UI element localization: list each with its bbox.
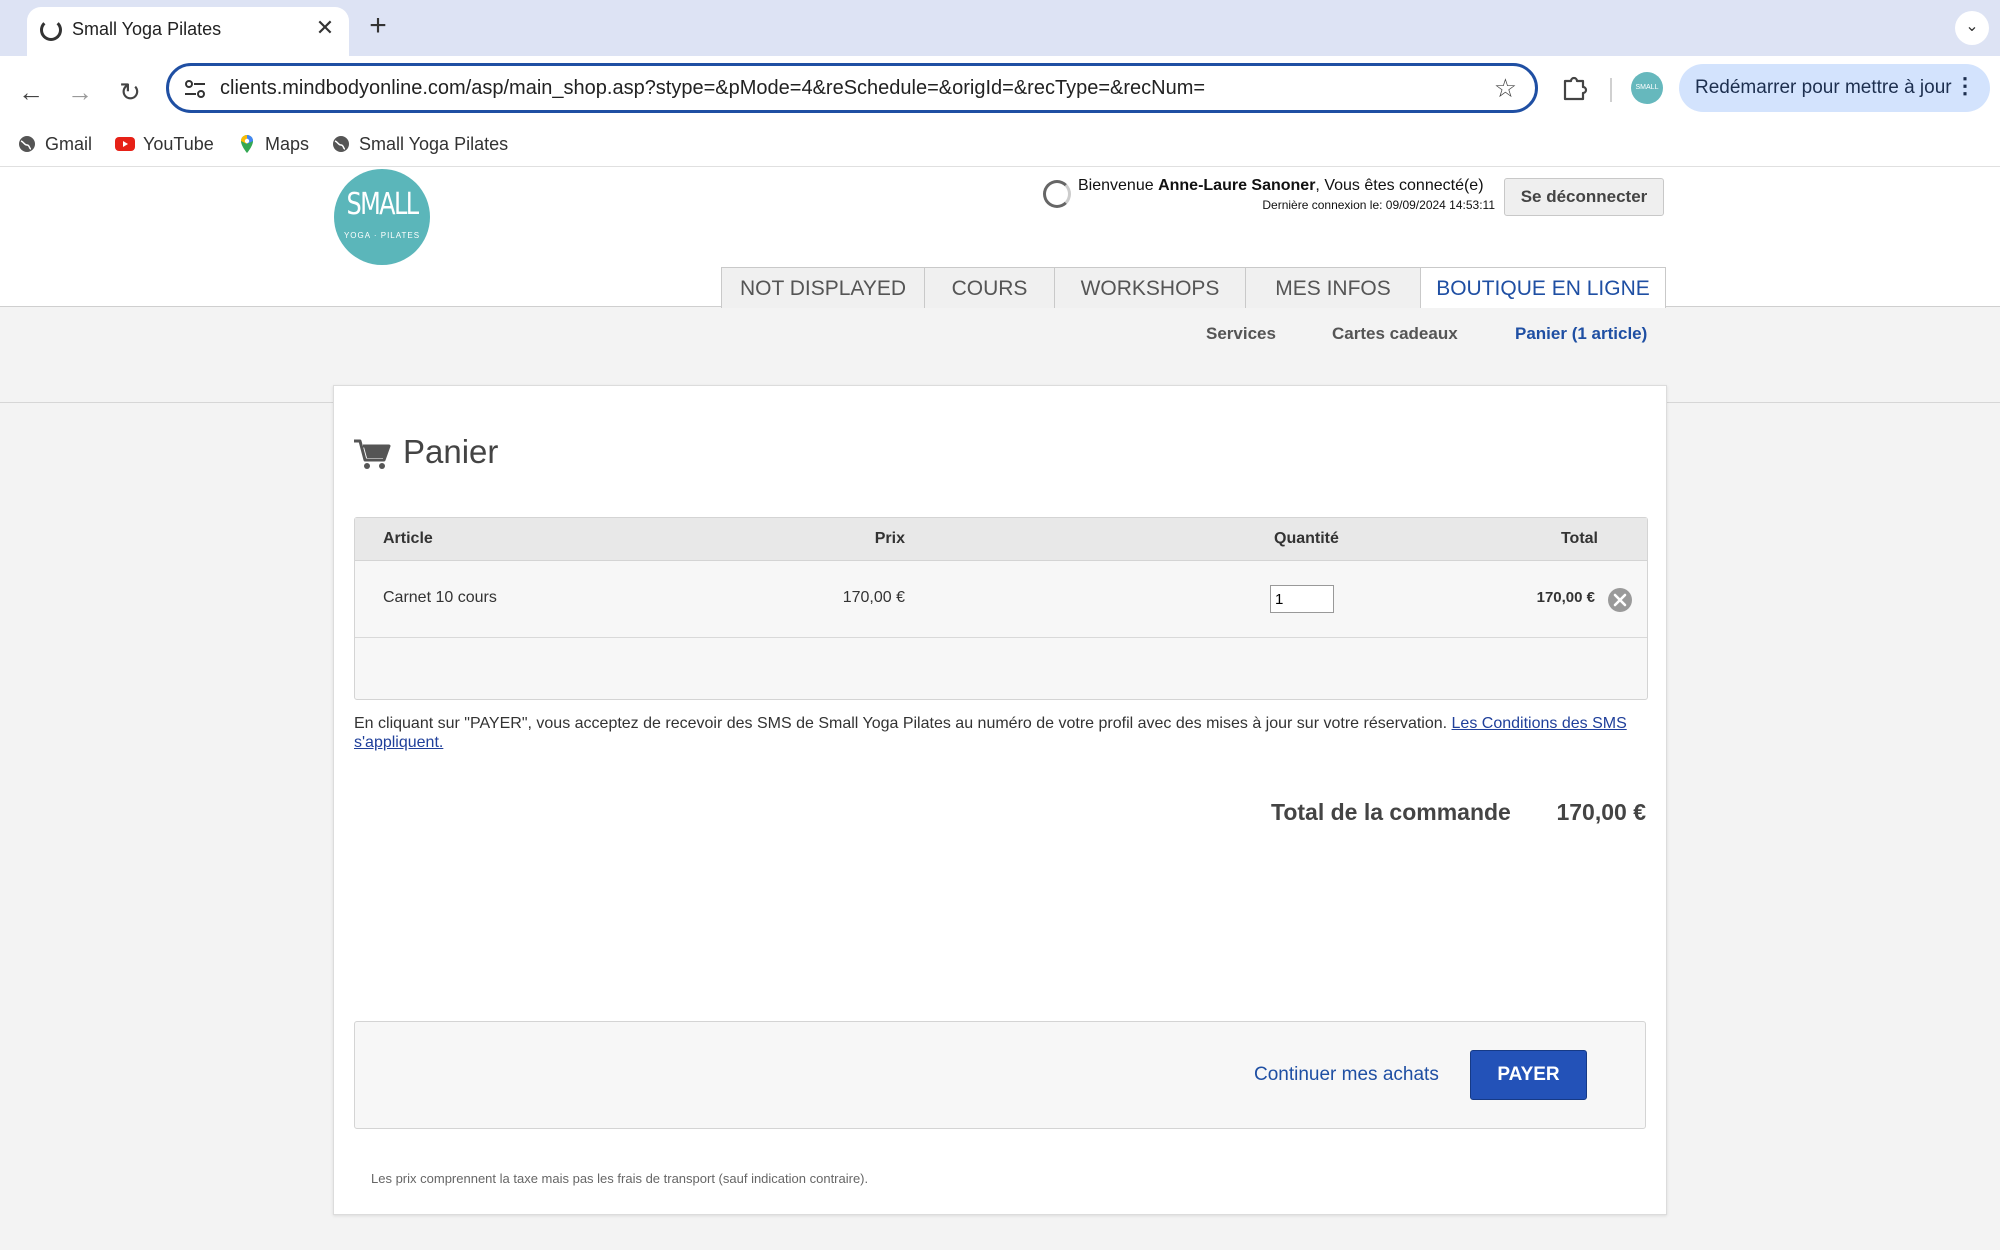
- tab-mes-infos[interactable]: MES INFOS: [1245, 267, 1421, 308]
- browser-tab[interactable]: Small Yoga Pilates ✕: [27, 7, 349, 56]
- subnav-panier[interactable]: Panier (1 article): [1515, 324, 1647, 344]
- welcome-message: Bienvenue Anne-Laure Sanoner, Vous êtes …: [1078, 177, 1484, 195]
- checkout-actions: Continuer mes achats PAYER: [354, 1021, 1646, 1129]
- cart-heading: Panier: [403, 433, 499, 470]
- order-total-value: 170,00 €: [1556, 799, 1646, 825]
- new-tab-button[interactable]: +: [362, 11, 394, 43]
- bookmark-youtube[interactable]: YouTube: [115, 134, 214, 162]
- bookmark-label: Maps: [265, 134, 310, 154]
- youtube-icon: [115, 137, 135, 151]
- tab-boutique-en-ligne[interactable]: BOUTIQUE EN LIGNE: [1420, 267, 1666, 309]
- bookmark-label: Gmail: [45, 134, 93, 154]
- welcome-prefix: Bienvenue: [1078, 177, 1159, 194]
- logo-wordmark: SMALL: [346, 187, 419, 222]
- bookmark-gmail[interactable]: Gmail: [17, 134, 92, 162]
- extensions-puzzle-icon[interactable]: [1558, 72, 1590, 104]
- back-arrow-icon[interactable]: ←: [13, 74, 49, 110]
- browser-tabstrip: Small Yoga Pilates ✕ + ⌄: [0, 0, 2000, 56]
- globe-icon: [333, 136, 349, 152]
- tab-workshops[interactable]: WORKSHOPS: [1054, 267, 1246, 308]
- column-article: Article: [383, 530, 433, 547]
- item-total: 170,00 €: [1536, 589, 1595, 606]
- quantity-field[interactable]: [1270, 585, 1334, 613]
- toolbar-divider: [1610, 78, 1612, 102]
- address-bar[interactable]: clients.mindbodyonline.com/asp/main_shop…: [166, 63, 1538, 113]
- loading-spinner-icon: [40, 19, 62, 41]
- column-price: Prix: [874, 530, 905, 547]
- cart-table-header: Article Prix Quantité Total: [355, 518, 1647, 561]
- last-login-info: Dernière connexion le: 09/09/2024 14:53:…: [1262, 198, 1495, 212]
- item-article: Carnet 10 cours: [383, 589, 497, 606]
- column-quantity: Quantité: [1274, 530, 1339, 547]
- tab-search-chevron-icon[interactable]: ⌄: [1955, 11, 1989, 45]
- url-text: clients.mindbodyonline.com/asp/main_shop…: [220, 77, 1206, 99]
- item-price: 170,00 €: [842, 589, 905, 606]
- browser-toolbar: ← → ↻ clients.mindbodyonline.com/asp/mai…: [0, 56, 2000, 176]
- bookmarks-bar: Gmail YouTube Maps Small Yoga Pilates: [0, 128, 2000, 168]
- table-row: Carnet 10 cours 170,00 € 170,00 €: [355, 561, 1647, 638]
- column-total: Total: [1560, 530, 1598, 547]
- subnav-services[interactable]: Services: [1206, 324, 1276, 344]
- sms-consent-text: En cliquant sur "PAYER", vous acceptez d…: [354, 715, 1452, 732]
- pay-button[interactable]: PAYER: [1470, 1050, 1587, 1100]
- close-tab-icon[interactable]: ✕: [312, 15, 338, 41]
- subnav-cartes-cadeaux[interactable]: Cartes cadeaux: [1332, 324, 1458, 344]
- order-total-label: Total de la commande: [1271, 799, 1511, 825]
- update-restart-button[interactable]: Redémarrer pour mettre à jour ⋮: [1679, 64, 1990, 112]
- continue-shopping-link[interactable]: Continuer mes achats: [1254, 1064, 1439, 1086]
- tab-cours[interactable]: COURS: [924, 267, 1055, 308]
- sms-consent-notice: En cliquant sur "PAYER", vous acceptez d…: [354, 714, 1648, 752]
- user-name: Anne-Laure Sanoner: [1158, 177, 1316, 194]
- reload-icon[interactable]: ↻: [112, 74, 148, 110]
- update-restart-label: Redémarrer pour mettre à jour: [1695, 77, 1952, 98]
- bookmark-label: YouTube: [143, 134, 214, 154]
- bookmark-maps[interactable]: Maps: [237, 134, 309, 162]
- logout-button[interactable]: Se déconnecter: [1504, 178, 1664, 216]
- welcome-suffix: , Vous êtes connecté(e): [1315, 177, 1484, 194]
- shopping-cart-icon: [354, 439, 391, 469]
- bookmark-label: Small Yoga Pilates: [359, 134, 509, 154]
- tax-footnote: Les prix comprennent la taxe mais pas le…: [371, 1171, 869, 1186]
- forward-arrow-icon[interactable]: →: [62, 74, 98, 110]
- remove-item-icon[interactable]: [1607, 587, 1633, 613]
- studio-logo[interactable]: SMALL YOGA · PILATES: [334, 169, 430, 265]
- globe-icon: [19, 136, 35, 152]
- tab-not-displayed[interactable]: NOT DISPLAYED: [721, 267, 925, 308]
- tab-title: Small Yoga Pilates: [72, 19, 222, 39]
- logo-tagline: YOGA · PILATES: [343, 231, 421, 240]
- maps-pin-icon: [241, 135, 253, 153]
- loading-spinner-icon: [1043, 180, 1071, 208]
- bookmark-star-icon[interactable]: ☆: [1494, 73, 1517, 104]
- cart-panel: Panier Article Prix Quantité Total Carne…: [333, 385, 1667, 1215]
- cart-table: Article Prix Quantité Total Carnet 10 co…: [354, 517, 1648, 700]
- kebab-menu-icon[interactable]: ⋮: [1954, 73, 1976, 99]
- site-settings-icon[interactable]: [183, 77, 207, 101]
- profile-avatar[interactable]: SMALL: [1631, 72, 1663, 104]
- bookmark-small-yoga-pilates[interactable]: Small Yoga Pilates: [331, 134, 508, 162]
- site-header: SMALL YOGA · PILATES Bienvenue Anne-Laur…: [0, 167, 2000, 309]
